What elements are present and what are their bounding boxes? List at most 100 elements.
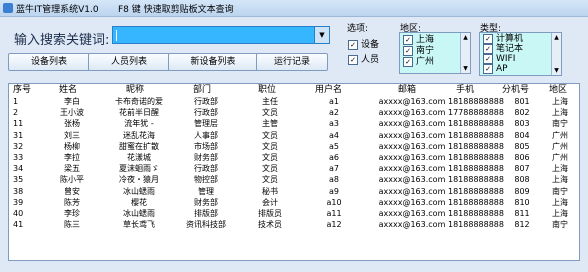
- table-row[interactable]: 2 王小波 花前半日醒 行政部 文员 a2 axxxx@163.com 17788888888…: [9, 107, 579, 119]
- table-cell: 冰山蟋雨: [123, 186, 155, 196]
- header-cell: 部门: [193, 85, 212, 95]
- table-cell: 冷夜・猿月: [119, 175, 159, 185]
- table-cell: 2: [13, 108, 19, 118]
- scroll-up-icon[interactable]: ▲: [552, 33, 561, 42]
- type-list[interactable]: ✓ 计算机 ✓ 笔记本 ✓ WIFI ✓ AP ▲ ▼: [479, 32, 562, 76]
- table-cell: axxxx@163.com: [378, 164, 446, 174]
- table-cell: 夏沫蛔雨ゞ: [119, 164, 159, 174]
- table-row[interactable]: 35 陈小平 冷夜・猿月 物控部 文员 a8 axxxx@163.com 1818888888…: [9, 174, 579, 186]
- scroll-down-icon[interactable]: ▼: [552, 66, 561, 75]
- region-item-label: 南宁: [416, 46, 435, 56]
- table-cell: 资讯科技部: [186, 220, 226, 230]
- scroll-down-icon[interactable]: ▼: [461, 64, 470, 73]
- table-cell: a6: [329, 153, 339, 162]
- table-cell: 排版员: [258, 209, 282, 218]
- table-row[interactable]: 32 杨柳 甜蜜在扩散 市场部 文员 a5 axxxx@163.com 18188888888…: [9, 141, 579, 153]
- region-scrollbar[interactable]: ▲ ▼: [460, 33, 470, 73]
- table-cell: 排版部: [194, 209, 218, 218]
- region-item-guangzhou[interactable]: ✓ 广州: [403, 56, 434, 68]
- table-cell: 管理层: [194, 119, 218, 129]
- checkbox-icon[interactable]: ✓: [348, 39, 358, 50]
- table-cell: 上海: [552, 108, 568, 118]
- table-cell: 41: [13, 220, 24, 230]
- table-cell: axxxx@163.com: [378, 108, 446, 118]
- table-cell: 曾安: [64, 186, 80, 196]
- table-row[interactable]: 33 李拉 花漾城 财务部 文员 a6 axxxx@163.com 18188888888 80…: [9, 152, 579, 164]
- type-item-ap[interactable]: ✓ AP: [483, 63, 508, 75]
- checkbox-icon[interactable]: ✓: [348, 54, 358, 65]
- checkbox-icon[interactable]: ✓: [483, 63, 493, 74]
- checkbox-icon[interactable]: ✓: [403, 34, 413, 45]
- person-list-button[interactable]: 人员列表: [88, 53, 170, 71]
- table-row[interactable]: 40 李珍 冰山蟋雨 排版部 排版员 a11 axxxx@163.com 1818888888…: [9, 208, 579, 220]
- table-cell: 802: [514, 108, 530, 118]
- table-cell: 17788888888: [448, 108, 504, 118]
- table-cell: 18188888888: [448, 141, 504, 151]
- checkbox-icon[interactable]: ✓: [483, 43, 493, 54]
- table-row[interactable]: 38 曾安 冰山蟋雨 管理 秘书 a9 axxxx@163.com 18188888888 80…: [9, 186, 579, 198]
- table-cell: 会计: [262, 197, 278, 207]
- checkbox-icon[interactable]: ✓: [403, 56, 413, 67]
- table-cell: 广州: [552, 130, 568, 140]
- table-cell: 1: [13, 97, 19, 106]
- header-cell: 序号: [13, 85, 32, 95]
- table-cell: axxxx@163.com: [378, 197, 446, 207]
- option-device[interactable]: ✓ 设备: [348, 39, 379, 51]
- table-cell: 18188888888: [448, 209, 504, 218]
- header-cell: 邮箱: [398, 85, 417, 95]
- table-cell: axxxx@163.com: [378, 220, 446, 230]
- table-cell: 迷乱花海: [123, 130, 155, 140]
- table-cell: a3: [329, 119, 339, 129]
- table-cell: 财务部: [194, 153, 218, 162]
- type-scrollbar[interactable]: ▲ ▼: [551, 33, 561, 75]
- table-cell: axxxx@163.com: [378, 153, 446, 162]
- table-cell: 物控部: [194, 175, 218, 185]
- table-cell: 李白: [64, 97, 80, 106]
- table-cell: axxxx@163.com: [378, 97, 446, 106]
- table-cell: 陈三: [64, 220, 80, 230]
- table-row[interactable]: 39 陈芳 樱花 财务部 会计 a10 axxxx@163.com 18188888888 81…: [9, 197, 579, 209]
- table-cell: 18188888888: [448, 220, 504, 230]
- search-input[interactable]: ▼: [112, 26, 330, 44]
- table-row[interactable]: 34 梁五 夏沫蛔雨ゞ 行政部 文员 a7 axxxx@163.com 18188888888…: [9, 163, 579, 175]
- table-cell: 32: [13, 141, 24, 151]
- checkbox-icon[interactable]: ✓: [483, 53, 493, 64]
- table-cell: 803: [514, 119, 530, 129]
- table-cell: axxxx@163.com: [378, 175, 446, 185]
- header-cell: 昵称: [126, 85, 145, 95]
- chevron-down-icon[interactable]: ▼: [314, 27, 329, 43]
- table-cell: 冰山蟋雨: [123, 209, 155, 218]
- table-cell: 812: [514, 220, 530, 230]
- table-cell: 行政部: [194, 108, 218, 118]
- run-log-button[interactable]: 运行记录: [256, 53, 328, 71]
- text-caret: [116, 30, 117, 41]
- table-cell: axxxx@163.com: [378, 119, 446, 129]
- checkbox-icon[interactable]: ✓: [483, 33, 493, 44]
- option-person[interactable]: ✓ 人员: [348, 54, 379, 66]
- table-cell: axxxx@163.com: [378, 130, 446, 140]
- table-row[interactable]: 11 张杨 流年犹 - 管理层 主管 a3 axxxx@163.com 18188888888…: [9, 118, 579, 130]
- table-cell: 南宁: [552, 119, 568, 129]
- window-title: 蓝牛IT管理系统V1.0: [16, 5, 99, 15]
- table-row[interactable]: 41 陈三 草长鸢飞 资讯科技部 技术员 a12 axxxx@163.com 18188888…: [9, 219, 579, 231]
- table-cell: 财务部: [194, 197, 218, 207]
- scroll-up-icon[interactable]: ▲: [461, 33, 470, 42]
- table-cell: 801: [514, 97, 530, 106]
- header-cell: 职位: [258, 85, 277, 95]
- header-cell: 分机号: [502, 85, 530, 95]
- table-cell: 18188888888: [448, 175, 504, 185]
- table-cell: a12: [326, 220, 342, 230]
- table-row[interactable]: 1 李白 卡布奇诺的爱 行政部 主任 a1 axxxx@163.com 18188888888…: [9, 96, 579, 108]
- table-cell: 18188888888: [448, 130, 504, 140]
- table-cell: 18188888888: [448, 164, 504, 174]
- checkbox-icon[interactable]: ✓: [403, 45, 413, 56]
- table-cell: a7: [329, 164, 339, 174]
- table-cell: 上海: [552, 97, 568, 106]
- table-row[interactable]: 31 刘三 迷乱花海 人事部 文员 a4 axxxx@163.com 18188888888 8…: [9, 130, 579, 142]
- device-list-button[interactable]: 设备列表: [8, 53, 90, 71]
- table-cell: 草长鸢飞: [123, 220, 155, 230]
- new-device-list-button[interactable]: 新设备列表: [168, 53, 258, 71]
- results-table[interactable]: 序号 姓名 昵称 部门 职位 用户名 邮箱 手机 分机号 地区 1 李白 卡布奇诺的…: [8, 83, 580, 261]
- region-list[interactable]: ✓ 上海 ✓ 南宁 ✓ 广州 ▲ ▼: [399, 32, 471, 74]
- table-cell: 文员: [262, 164, 278, 174]
